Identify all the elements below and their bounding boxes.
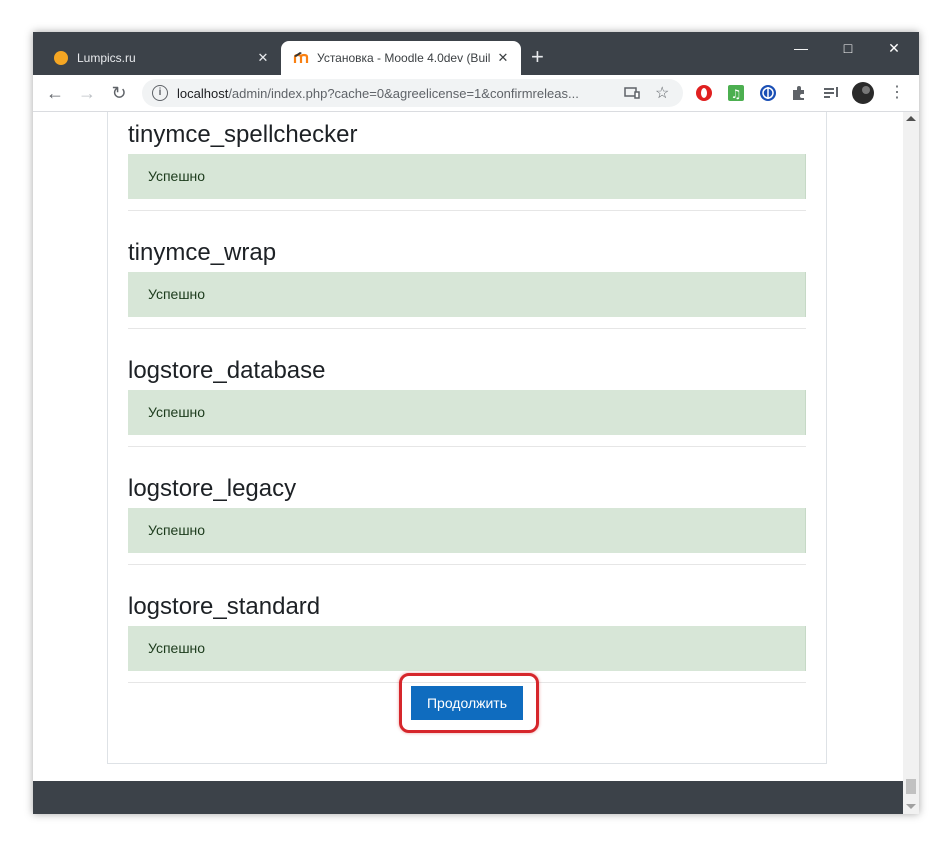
browser-window: Lumpics.ru ✕ Установка - Moodle 4.0dev (… (33, 32, 919, 814)
close-tab-icon[interactable]: ✕ (491, 50, 515, 66)
tab-title: Установка - Moodle 4.0dev (Buil (317, 51, 491, 65)
tab-moodle-install[interactable]: Установка - Moodle 4.0dev (Buil ✕ (281, 41, 521, 75)
scroll-up-arrow-icon[interactable] (906, 116, 916, 121)
tab-strip: Lumpics.ru ✕ Установка - Moodle 4.0dev (… (33, 32, 919, 75)
vertical-scrollbar[interactable] (903, 112, 919, 814)
close-tab-icon[interactable]: ✕ (251, 50, 275, 66)
divider (128, 328, 806, 329)
success-notification: Успешно (128, 508, 806, 553)
reload-icon[interactable]: ↻ (107, 81, 131, 105)
plugin-section: tinymce_spellchecker Успешно (128, 118, 806, 199)
plugin-name: tinymce_spellchecker (128, 121, 358, 148)
new-tab-button[interactable]: + (531, 45, 544, 69)
moodle-icon (293, 52, 309, 63)
cast-icon[interactable] (624, 86, 640, 100)
plugin-name: logstore_legacy (128, 475, 297, 502)
plugin-section: logstore_standard Успешно (128, 590, 806, 671)
tab-lumpics[interactable]: Lumpics.ru ✕ (41, 41, 281, 75)
plugin-name: logstore_standard (128, 593, 321, 620)
upgrade-results-card: tinymce_spellchecker Успешно tinymce_wra… (107, 112, 827, 764)
highlight-frame: Продолжить (399, 673, 539, 733)
close-window-icon[interactable]: ✕ (871, 38, 917, 60)
extensions-puzzle-icon[interactable] (789, 83, 809, 103)
plugin-name: logstore_database (128, 357, 326, 384)
browser-toolbar: ← → ↻ i localhost/admin/index.php?cache=… (33, 75, 919, 112)
divider (128, 446, 806, 447)
back-arrow-icon[interactable]: ← (43, 81, 67, 105)
media-queue-icon[interactable] (821, 83, 841, 103)
success-notification: Успешно (128, 272, 806, 317)
music-extension-icon[interactable]: ♫ (726, 83, 746, 103)
forward-arrow-icon[interactable]: → (75, 81, 99, 105)
svg-text:♫: ♫ (731, 87, 742, 101)
site-info-icon[interactable]: i (152, 85, 168, 101)
divider (128, 564, 806, 565)
opera-adblock-icon[interactable] (694, 83, 714, 103)
page-viewport: tinymce_spellchecker Успешно tinymce_wra… (33, 112, 903, 781)
bookmark-star-icon[interactable]: ☆ (655, 83, 669, 103)
plugin-section: logstore_database Успешно (128, 354, 806, 435)
success-notification: Успешно (128, 626, 806, 671)
vpn-globe-icon[interactable] (758, 83, 778, 103)
plugin-section: tinymce_wrap Успешно (128, 236, 806, 317)
minimize-icon[interactable]: — (778, 38, 824, 60)
plugin-section: logstore_legacy Успешно (128, 472, 806, 553)
avatar[interactable] (851, 81, 875, 105)
maximize-icon[interactable]: □ (825, 38, 871, 60)
divider (128, 210, 806, 211)
page-footer (33, 781, 903, 814)
plugin-name: tinymce_wrap (128, 239, 277, 266)
tab-title: Lumpics.ru (77, 51, 136, 65)
kebab-menu-icon[interactable]: ⋮ (885, 81, 909, 105)
address-bar[interactable]: i localhost/admin/index.php?cache=0&agre… (142, 79, 683, 107)
continue-button[interactable]: Продолжить (411, 686, 523, 720)
success-notification: Успешно (128, 154, 806, 199)
url-text[interactable]: localhost/admin/index.php?cache=0&agreel… (177, 86, 622, 101)
orange-circle-icon (54, 51, 68, 65)
scroll-thumb[interactable] (906, 779, 916, 794)
success-notification: Успешно (128, 390, 806, 435)
scroll-down-arrow-icon[interactable] (906, 804, 916, 809)
